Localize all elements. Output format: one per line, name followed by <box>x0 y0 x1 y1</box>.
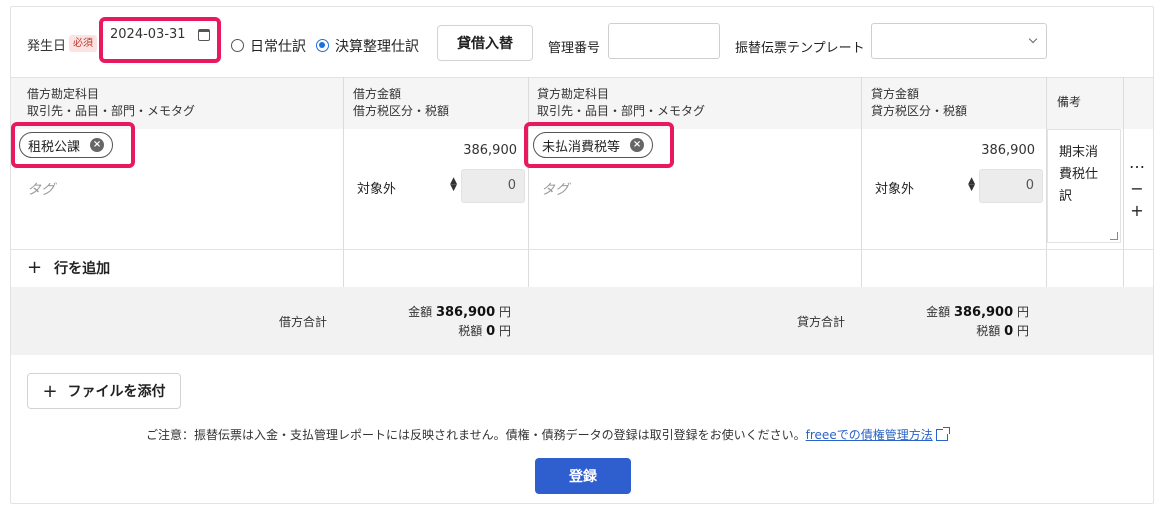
close-icon[interactable]: × <box>630 138 645 152</box>
credit-account-pill[interactable]: 未払消費税等 × <box>533 132 654 158</box>
remove-row-icon[interactable]: − <box>1127 179 1147 198</box>
date-label: 発生日 <box>27 39 67 54</box>
debit-account-pill[interactable]: 租税公課 × <box>19 132 114 158</box>
template-select[interactable] <box>871 23 1047 59</box>
credit-tax-amount[interactable]: 0 <box>979 169 1043 203</box>
debit-total-tax: 税額 0 円 <box>458 324 511 339</box>
swap-debit-credit-button[interactable]: 貸借入替 <box>437 25 533 61</box>
totals-row: 借方合計 金額 386,900 円 税額 0 円 貸方合計 金額 386,900… <box>11 287 1153 355</box>
col-credit-account: 貸方勘定科目 取引先・品目・部門・メモタグ <box>537 87 706 118</box>
row-divider <box>11 249 1153 250</box>
col-debit-account: 借方勘定科目 取引先・品目・部門・メモタグ <box>27 87 196 118</box>
required-badge: 必須 <box>69 35 97 52</box>
management-number-input[interactable] <box>608 23 720 59</box>
radio-normal-entry[interactable] <box>231 39 244 52</box>
credit-amount[interactable]: 386,900 <box>949 143 1035 158</box>
management-number-label: 管理番号 <box>548 41 601 56</box>
sort-arrows-icon: ▲ ▼ <box>450 176 457 193</box>
date-value: 2024-03-31 <box>110 27 186 42</box>
radio-normal-label[interactable]: 日常仕訳 <box>250 36 306 56</box>
debit-tax-category-select[interactable]: 対象外 ▲ ▼ <box>357 169 463 203</box>
date-input[interactable]: 2024-03-31 <box>104 21 216 51</box>
add-row-button[interactable]: + 行を追加 <box>27 257 110 278</box>
submit-button[interactable]: 登録 <box>535 458 631 494</box>
journal-entry-form: 発生日 必須 2024-03-31 日常仕訳 決算整理仕訳 貸借入替 管理番号 … <box>10 6 1154 504</box>
col-memo: 備考 <box>1057 95 1082 109</box>
add-row-icon[interactable]: + <box>1127 201 1147 220</box>
template-label: 振替伝票テンプレート <box>735 41 865 56</box>
calendar-icon[interactable] <box>198 29 210 41</box>
close-icon[interactable]: × <box>90 138 105 152</box>
credit-total-amount: 金額 386,900 円 <box>926 305 1029 320</box>
sort-arrows-icon: ▲ ▼ <box>968 176 975 193</box>
attach-file-button[interactable]: + ファイルを添付 <box>27 373 181 409</box>
resize-handle-icon[interactable] <box>1110 232 1118 240</box>
chevron-down-icon <box>1028 34 1038 44</box>
memo-textarea[interactable]: 期末消費税仕訳 <box>1047 129 1121 243</box>
credit-total-label: 貸方合計 <box>797 315 846 329</box>
more-options-icon[interactable]: … <box>1127 153 1147 172</box>
debit-tax-amount[interactable]: 0 <box>461 169 525 203</box>
external-link-icon[interactable] <box>935 427 950 441</box>
debit-total-label: 借方合計 <box>279 315 328 329</box>
debit-total-amount: 金額 386,900 円 <box>408 305 511 320</box>
col-debit-amount: 借方金額 借方税区分・税額 <box>353 87 450 118</box>
credit-account-name: 未払消費税等 <box>542 139 621 155</box>
radio-closing-entry[interactable] <box>316 39 329 52</box>
plus-icon: + <box>27 257 43 278</box>
debit-tag-input[interactable]: タグ <box>27 179 55 199</box>
credit-tag-input[interactable]: タグ <box>541 179 569 199</box>
plus-icon: + <box>42 380 58 402</box>
debit-account-name: 租税公課 <box>28 139 81 155</box>
col-credit-amount: 貸方金額 貸方税区分・税額 <box>871 87 968 118</box>
receivables-guide-link[interactable]: freeeでの債権管理方法 <box>806 428 933 442</box>
notice-text: ご注意：振替伝票は入金・支払管理レポートには反映されません。債権・債務データの登… <box>146 426 950 443</box>
debit-amount[interactable]: 386,900 <box>431 143 517 158</box>
credit-total-tax: 税額 0 円 <box>976 324 1029 339</box>
radio-closing-label[interactable]: 決算整理仕訳 <box>335 36 419 56</box>
credit-tax-category-select[interactable]: 対象外 ▲ ▼ <box>875 169 981 203</box>
